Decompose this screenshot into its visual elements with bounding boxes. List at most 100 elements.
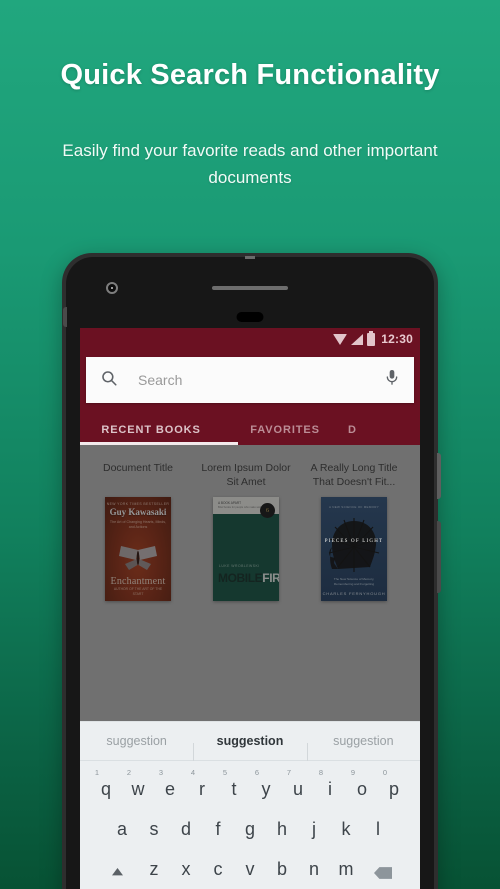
key-label: r — [199, 779, 205, 799]
key-label: p — [388, 779, 399, 799]
phone-mockup: 12:30 Search RECENT BOOKS FAVORITES D Do… — [62, 253, 441, 889]
content-area: Document Title NEW YORK TIMES BESTSELLER… — [80, 445, 420, 721]
key-num-1: 1 — [94, 768, 100, 777]
key-t[interactable]: 5t — [219, 768, 249, 800]
key-d[interactable]: d — [171, 808, 201, 840]
cover-title: MOBILEFIRST — [218, 571, 279, 585]
key-label: t — [231, 779, 237, 799]
key-num-7: 7 — [286, 768, 292, 777]
key-s[interactable]: s — [139, 808, 169, 840]
key-b[interactable]: b — [267, 848, 297, 880]
search-icon — [100, 369, 118, 392]
key-label: u — [292, 779, 303, 799]
key-o[interactable]: 9o — [347, 768, 377, 800]
status-bar: 12:30 — [80, 328, 420, 350]
search-input[interactable]: Search — [138, 372, 384, 388]
list-item[interactable]: Document Title NEW YORK TIMES BESTSELLER… — [88, 461, 188, 601]
butterfly-icon — [119, 546, 157, 570]
key-c[interactable]: c — [203, 848, 233, 880]
key-label: l — [376, 819, 380, 839]
key-num-6: 6 — [254, 768, 260, 777]
key-m[interactable]: m — [331, 848, 361, 880]
key-u[interactable]: 7u — [283, 768, 313, 800]
key-p[interactable]: 0p — [379, 768, 409, 800]
key-label: e — [164, 779, 175, 799]
key-label: x — [181, 859, 191, 879]
key-v[interactable]: v — [235, 848, 265, 880]
key-label: z — [149, 859, 159, 879]
list-item[interactable]: Lorem Ipsum Dolor Sit Amet A BOOK APART … — [196, 461, 296, 601]
key-g[interactable]: g — [235, 808, 265, 840]
key-label: g — [244, 819, 255, 839]
volume-button[interactable] — [437, 521, 441, 593]
phone-top-notch — [245, 256, 255, 259]
key-label: q — [100, 779, 111, 799]
left-side-button[interactable] — [63, 307, 67, 327]
key-x[interactable]: x — [171, 848, 201, 880]
suggestion-item-3[interactable]: suggestion — [306, 734, 420, 761]
key-z[interactable]: z — [139, 848, 169, 880]
shift-key[interactable] — [97, 848, 137, 884]
key-h[interactable]: h — [267, 808, 297, 840]
page-subtitle: Easily find your favorite reads and othe… — [62, 140, 438, 187]
suggestion-item-1[interactable]: suggestion — [80, 734, 193, 748]
cover-publisher: A BOOK APART — [218, 501, 242, 505]
book-cover-mobile-first[interactable]: A BOOK APART Brief books for people who … — [213, 497, 279, 601]
tab-favorites[interactable]: FAVORITES — [222, 424, 348, 445]
suggestion-item-2[interactable]: suggestion — [193, 734, 306, 761]
key-label: o — [356, 779, 367, 799]
on-screen-keyboard: 1q 2w 3e 4r 5t 6y 7u 8i 9o 0p a s d f g — [80, 761, 420, 889]
search-bar[interactable]: Search — [86, 357, 414, 403]
key-label: n — [308, 859, 319, 879]
key-label: b — [276, 859, 287, 879]
keyboard-row-1: 1q 2w 3e 4r 5t 6y 7u 8i 9o 0p — [80, 768, 420, 808]
cover-title-dark: MOBILE — [218, 571, 263, 585]
key-y[interactable]: 6y — [251, 768, 281, 800]
key-label: j — [312, 819, 316, 839]
key-j[interactable]: j — [299, 808, 329, 840]
key-num-5: 5 — [222, 768, 228, 777]
key-i[interactable]: 8i — [315, 768, 345, 800]
key-w[interactable]: 2w — [123, 768, 153, 800]
cover-author: CHARLES FERNYHOUGH — [322, 591, 386, 596]
key-num-4: 4 — [190, 768, 196, 777]
tab-documents[interactable]: D — [348, 424, 420, 445]
signal-icon — [351, 333, 364, 345]
backspace-key[interactable] — [363, 848, 403, 884]
cover-author: LUKE WROBLEWSKI — [219, 564, 260, 568]
wifi-icon — [333, 333, 348, 345]
book-list: Document Title NEW YORK TIMES BESTSELLER… — [80, 445, 420, 601]
key-label: m — [338, 859, 354, 879]
key-l[interactable]: l — [363, 808, 393, 840]
cover-top-line: A NEW SCIENCE OF MEMORY — [328, 505, 380, 509]
cover-number-badge: 6 — [260, 503, 275, 518]
key-k[interactable]: k — [331, 808, 361, 840]
key-n[interactable]: n — [299, 848, 329, 880]
list-item[interactable]: A Really Long Title That Doesn't Fit... … — [304, 461, 404, 601]
key-r[interactable]: 4r — [187, 768, 217, 800]
key-e[interactable]: 3e — [155, 768, 185, 800]
backspace-icon — [374, 863, 392, 884]
key-label: d — [180, 819, 191, 839]
key-label: c — [213, 859, 223, 879]
phone-screen: 12:30 Search RECENT BOOKS FAVORITES D Do… — [80, 328, 420, 889]
key-f[interactable]: f — [203, 808, 233, 840]
phone-bezel: 12:30 Search RECENT BOOKS FAVORITES D Do… — [63, 256, 434, 889]
key-label: y — [261, 779, 271, 799]
key-num-2: 2 — [126, 768, 132, 777]
key-label: k — [341, 819, 351, 839]
key-q[interactable]: 1q — [91, 768, 121, 800]
keyboard-row-3: z x c v b n m — [80, 848, 420, 888]
cover-author: Guy Kawasaki — [109, 507, 167, 517]
book-title: Document Title — [102, 462, 174, 474]
book-cover-pieces-of-light[interactable]: A NEW SCIENCE OF MEMORY PIECES OF LIGHT … — [321, 497, 387, 601]
power-button[interactable] — [437, 453, 441, 499]
suggestion-bar: suggestion suggestion suggestion — [80, 721, 420, 761]
key-label: f — [215, 819, 221, 839]
tab-bar: RECENT BOOKS FAVORITES D — [80, 409, 420, 445]
key-label: w — [131, 779, 145, 799]
book-cover-enchantment[interactable]: NEW YORK TIMES BESTSELLER Guy Kawasaki T… — [105, 497, 171, 601]
key-a[interactable]: a — [107, 808, 137, 840]
microphone-icon[interactable] — [384, 369, 400, 392]
cover-title-light: FIRST — [262, 571, 279, 585]
